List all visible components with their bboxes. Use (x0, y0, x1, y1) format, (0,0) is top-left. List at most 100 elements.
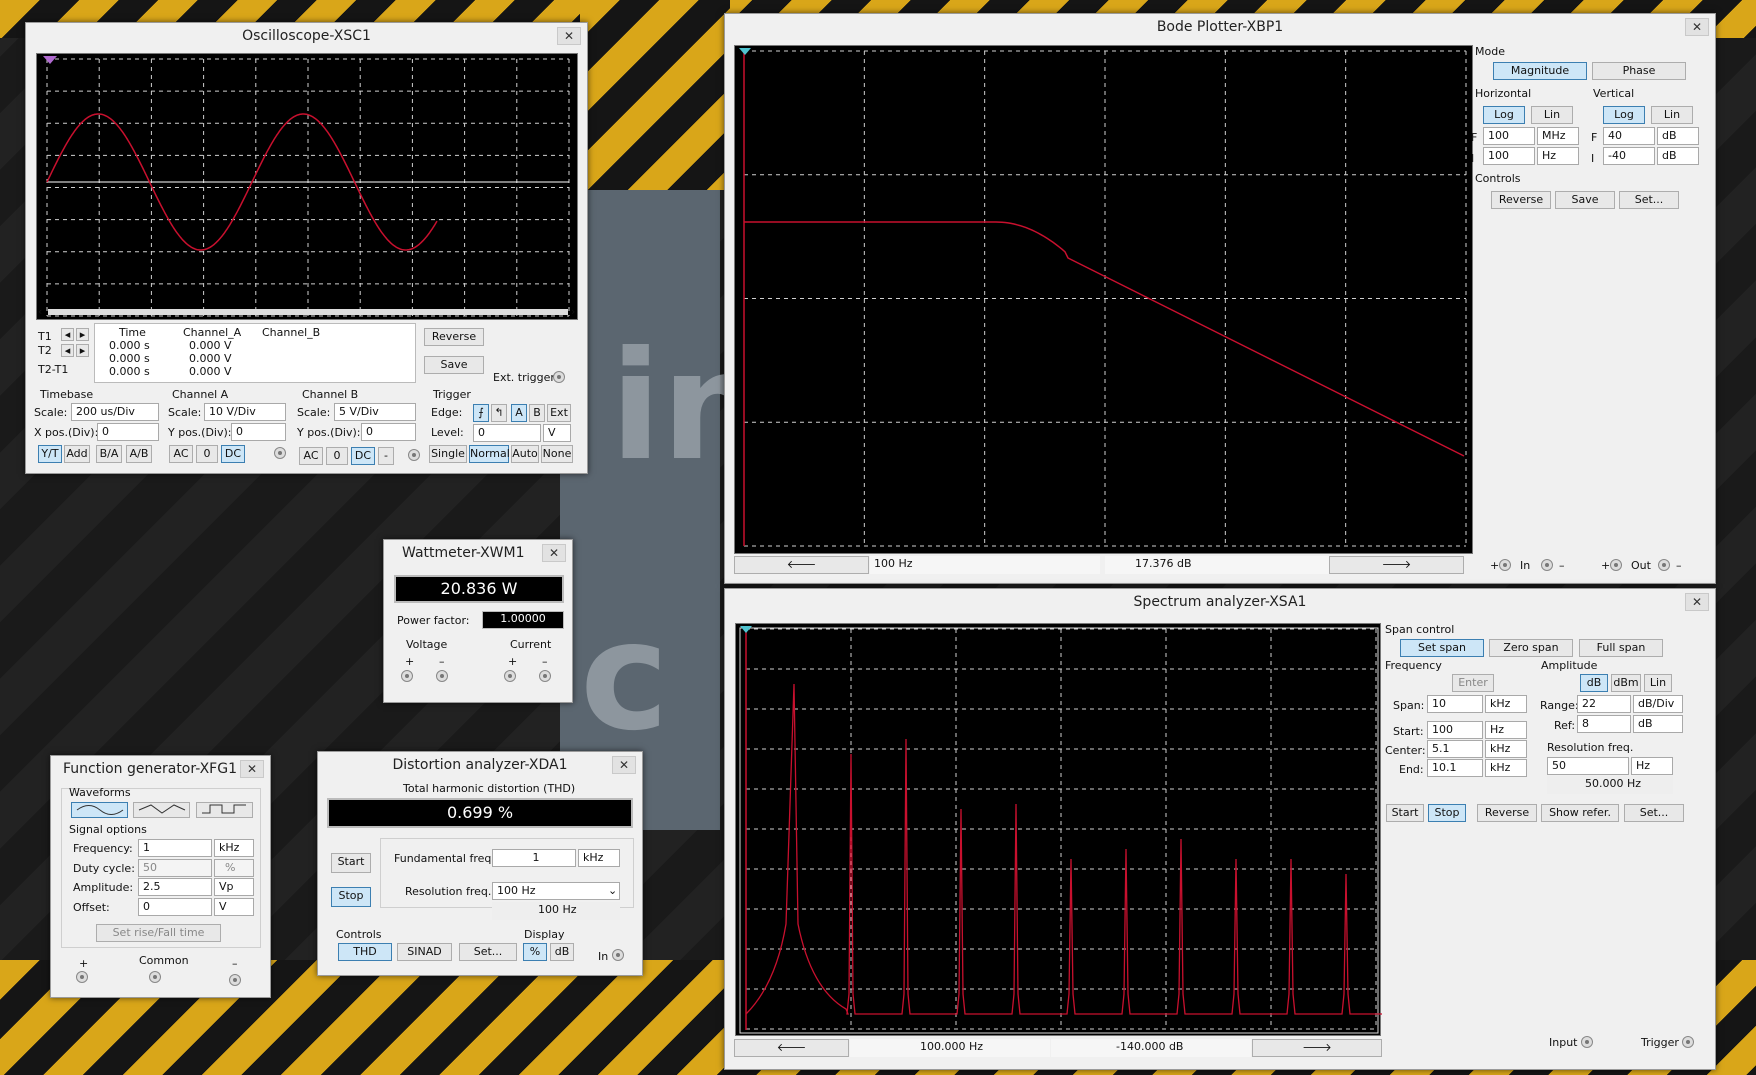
vertical-log-button[interactable]: Log (1603, 106, 1645, 124)
full-span-button[interactable]: Full span (1579, 639, 1663, 657)
span-field[interactable]: 10 (1427, 695, 1483, 713)
channel-b-ypos-field[interactable]: 0 (361, 423, 416, 441)
start-button[interactable]: Start (331, 853, 371, 873)
vertical-final-unit[interactable]: dB (1657, 127, 1699, 145)
span-unit[interactable]: kHz (1485, 695, 1527, 713)
show-refer-button[interactable]: Show refer. (1541, 804, 1619, 822)
a-over-b-button[interactable]: A/B (126, 445, 152, 463)
channel-a-zero-button[interactable]: 0 (196, 445, 218, 463)
sinad-button[interactable]: SINAD (397, 943, 452, 961)
channel-a-ypos-field[interactable]: 0 (231, 423, 286, 441)
close-button[interactable]: ✕ (1685, 18, 1709, 36)
t2-right-arrow[interactable]: ▸ (76, 344, 89, 357)
yt-button[interactable]: Y/T (38, 445, 62, 463)
input-terminal[interactable] (1581, 1036, 1593, 1048)
thd-button[interactable]: THD (338, 943, 392, 961)
ref-field[interactable]: 8 (1577, 715, 1631, 733)
resolution-freq-field[interactable]: 50 (1547, 757, 1629, 775)
cursor-left-button[interactable]: 🡐 (734, 1039, 849, 1057)
stop-button[interactable]: Stop (1428, 804, 1466, 822)
channel-a-scale-field[interactable]: 10 V/Div (204, 403, 286, 421)
set-button[interactable]: Set... (1624, 804, 1684, 822)
normal-button[interactable]: Normal (469, 445, 510, 463)
out-minus-terminal[interactable] (1658, 559, 1670, 571)
t1-right-arrow[interactable]: ▸ (76, 328, 89, 341)
cursor-marker[interactable] (739, 48, 751, 55)
stop-button[interactable]: Stop (331, 887, 371, 907)
channel-b-minus-button[interactable]: - (378, 447, 394, 465)
close-button[interactable]: ✕ (557, 27, 581, 45)
channel-b-dc-button[interactable]: DC (351, 447, 375, 465)
save-button[interactable]: Save (1555, 191, 1615, 209)
cursor-marker[interactable] (740, 626, 752, 633)
resolution-freq-unit[interactable]: Hz (1631, 757, 1673, 775)
fundamental-freq-unit[interactable]: kHz (578, 849, 620, 867)
vertical-initial-field[interactable]: -40 (1603, 147, 1655, 165)
scroll-right-arrow[interactable]: › (571, 305, 575, 318)
square-wave-button[interactable] (196, 802, 253, 818)
duty-cycle-unit[interactable]: % (214, 859, 254, 877)
channel-a-ac-button[interactable]: AC (169, 445, 193, 463)
close-button[interactable]: ✕ (542, 544, 566, 562)
end-unit[interactable]: kHz (1485, 759, 1527, 777)
reverse-button[interactable]: Reverse (424, 328, 484, 346)
t2-left-arrow[interactable]: ◂ (61, 344, 74, 357)
cursor-left-button[interactable]: 🡐 (734, 556, 869, 574)
horizontal-initial-unit[interactable]: Hz (1537, 147, 1579, 165)
set-span-button[interactable]: Set span (1400, 639, 1484, 657)
center-field[interactable]: 5.1 (1427, 740, 1483, 758)
cursor-right-button[interactable]: 🡒 (1329, 556, 1464, 574)
t1-left-arrow[interactable]: ◂ (61, 328, 74, 341)
horizontal-lin-button[interactable]: Lin (1531, 106, 1573, 124)
channel-b-terminal[interactable] (408, 449, 420, 461)
horizontal-final-field[interactable]: 100 (1483, 127, 1535, 145)
horizontal-final-unit[interactable]: MHz (1537, 127, 1579, 145)
amplitude-field[interactable]: 2.5 (138, 878, 212, 896)
horizontal-scrollbar[interactable] (48, 309, 568, 315)
lin-button[interactable]: Lin (1644, 674, 1672, 692)
horizontal-log-button[interactable]: Log (1483, 106, 1525, 124)
auto-button[interactable]: Auto (511, 445, 539, 463)
current-minus-terminal[interactable] (539, 670, 551, 682)
zero-span-button[interactable]: Zero span (1489, 639, 1573, 657)
trigger-level-unit[interactable]: V (543, 424, 571, 442)
plus-terminal[interactable] (76, 971, 88, 983)
resolution-freq-select[interactable]: 100 Hz (492, 882, 620, 900)
ref-unit[interactable]: dB (1633, 715, 1683, 733)
trigger-terminal[interactable] (1682, 1036, 1694, 1048)
horizontal-initial-field[interactable]: 100 (1483, 147, 1535, 165)
fundamental-freq-field[interactable]: 1 (492, 849, 576, 867)
trigger-source-ext-button[interactable]: Ext (547, 404, 571, 422)
channel-a-dc-button[interactable]: DC (221, 445, 245, 463)
trigger-level-field[interactable]: 0 (473, 424, 541, 442)
reverse-button[interactable]: Reverse (1477, 804, 1537, 822)
none-button[interactable]: None (541, 445, 573, 463)
start-field[interactable]: 100 (1427, 721, 1483, 739)
channel-b-scale-field[interactable]: 5 V/Div (334, 403, 416, 421)
close-button[interactable]: ✕ (1685, 593, 1709, 611)
dbm-button[interactable]: dBm (1611, 674, 1641, 692)
cursor-t1-marker[interactable] (43, 56, 57, 64)
amplitude-unit[interactable]: Vp (214, 878, 254, 896)
voltage-plus-terminal[interactable] (401, 670, 413, 682)
ext-trigger-terminal[interactable] (553, 371, 565, 383)
set-button[interactable]: Set... (1619, 191, 1679, 209)
single-button[interactable]: Single (429, 445, 467, 463)
close-button[interactable]: ✕ (240, 760, 264, 778)
vertical-initial-unit[interactable]: dB (1657, 147, 1699, 165)
vertical-final-field[interactable]: 40 (1603, 127, 1655, 145)
channel-b-zero-button[interactable]: 0 (326, 447, 348, 465)
start-unit[interactable]: Hz (1485, 721, 1527, 739)
end-field[interactable]: 10.1 (1427, 759, 1483, 777)
rising-edge-button[interactable]: ⨍ (473, 404, 489, 422)
trigger-source-a-button[interactable]: A (511, 404, 527, 422)
range-unit[interactable]: dB/Div (1633, 695, 1683, 713)
b-over-a-button[interactable]: B/A (96, 445, 122, 463)
set-button[interactable]: Set... (459, 943, 517, 961)
in-plus-terminal[interactable] (1499, 559, 1511, 571)
offset-field[interactable]: 0 (138, 898, 212, 916)
db-button[interactable]: dB (550, 943, 574, 961)
cursor-right-button[interactable]: 🡒 (1252, 1039, 1382, 1057)
frequency-field[interactable]: 1 (138, 839, 212, 857)
close-button[interactable]: ✕ (612, 756, 636, 774)
